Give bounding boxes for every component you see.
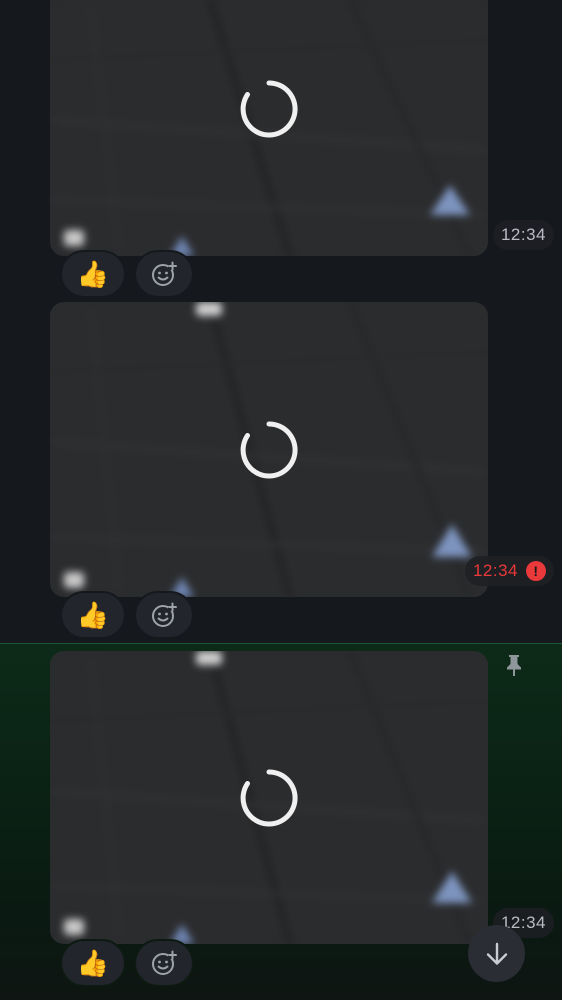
add-reaction-button[interactable] [134,939,194,987]
location-attachment[interactable] [50,302,488,597]
add-reaction-icon [152,261,177,286]
message-timestamp-error[interactable]: 12:34 ! [464,556,554,586]
pin-icon [507,655,521,676]
scroll-to-bottom-button[interactable] [468,925,525,982]
loading-spinner-icon [240,80,298,138]
message-item: 12:34 👍 [0,0,562,302]
timestamp-text: 12:34 [500,225,546,244]
add-reaction-button[interactable] [134,591,194,639]
thumbs-up-emoji: 👍 [76,258,110,289]
thumbs-up-emoji: 👍 [76,947,110,978]
add-reaction-icon [152,950,177,975]
message-item: 12:34 ! 👍 [0,302,562,643]
reaction-thumbs-up[interactable]: 👍 [60,591,126,639]
location-attachment[interactable] [50,651,488,944]
message-timestamp: 12:34 [492,220,554,250]
add-reaction-icon [152,602,177,627]
timestamp-text: 12:34 [472,561,518,580]
add-reaction-button[interactable] [134,250,194,298]
reaction-thumbs-up[interactable]: 👍 [60,939,126,987]
location-attachment[interactable] [50,0,488,256]
loading-spinner-icon [240,421,298,479]
error-icon: ! [526,561,546,581]
reaction-thumbs-up[interactable]: 👍 [60,250,126,298]
arrow-down-icon [486,942,507,965]
thumbs-up-emoji: 👍 [76,599,110,630]
loading-spinner-icon [240,769,298,827]
